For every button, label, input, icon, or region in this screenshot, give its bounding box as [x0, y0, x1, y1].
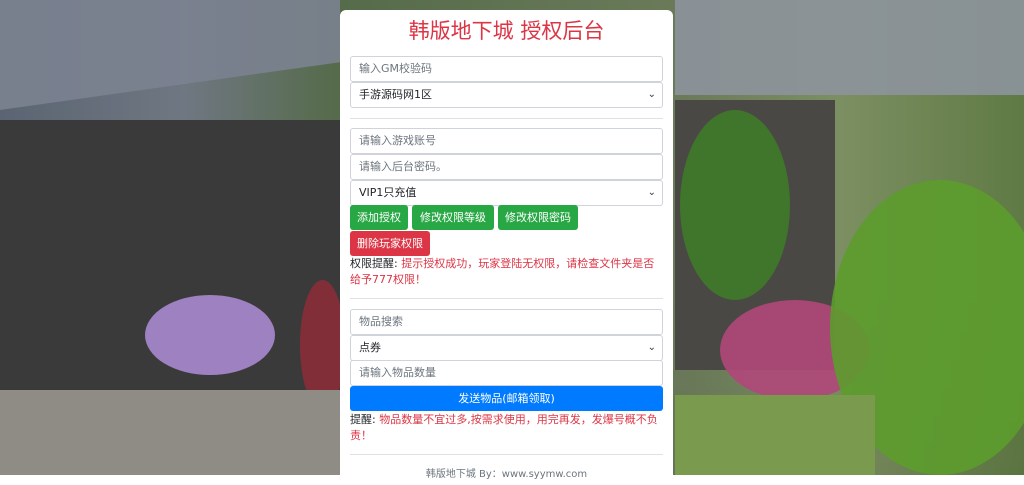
- account-input[interactable]: 请输入游戏账号: [350, 128, 663, 154]
- vip-select[interactable]: VIP1只充值 ⌄: [350, 180, 663, 206]
- chevron-down-icon: ⌄: [647, 89, 656, 100]
- footer-credit: 韩版地下城 By：www.syymw.com: [425, 469, 588, 480]
- stone-path: [0, 390, 340, 475]
- add-auth-button[interactable]: 添加授权: [350, 205, 408, 230]
- page-title: 韩版地下城 授权后台: [408, 19, 605, 43]
- roof-right: [675, 0, 1024, 95]
- item-quantity-placeholder: 请输入物品数量: [359, 366, 436, 379]
- admin-password-placeholder: 请输入后台密码。: [359, 160, 447, 173]
- account-placeholder: 请输入游戏账号: [359, 134, 436, 147]
- send-notice-text: 物品数量不宜过多,按需求使用，用完再发，发爆号概不负责！: [350, 413, 658, 442]
- divider: [350, 298, 663, 299]
- vip-select-value: VIP1只充值: [359, 186, 417, 199]
- chevron-down-icon: ⌄: [647, 342, 656, 353]
- garden-lawn: [675, 395, 875, 475]
- send-notice: 提醒: 物品数量不宜过多,按需求使用，用完再发，发爆号概不负责！: [350, 412, 663, 444]
- auth-notice: 权限提醒: 提示授权成功，玩家登陆无权限，请检查文件夹是否给予777权限！: [350, 256, 663, 288]
- roof-left: [0, 0, 340, 110]
- auth-notice-label: 权限提醒:: [350, 257, 398, 270]
- send-item-button[interactable]: 发送物品(邮箱领取): [350, 386, 663, 411]
- item-search-placeholder: 物品搜索: [359, 315, 403, 328]
- divider: [350, 454, 663, 455]
- chevron-down-icon: ⌄: [647, 187, 656, 198]
- item-search-input[interactable]: 物品搜索: [350, 309, 663, 335]
- send-notice-label: 提醒:: [350, 413, 376, 426]
- delete-auth-button[interactable]: 删除玩家权限: [350, 231, 430, 256]
- auth-panel: 韩版地下城 授权后台 输入GM校验码 手游源码网1区 ⌄ 请输入游戏账号 请输入…: [340, 10, 673, 485]
- server-select[interactable]: 手游源码网1区 ⌄: [350, 82, 663, 108]
- item-select[interactable]: 点券 ⌄: [350, 335, 663, 361]
- tree-foliage: [680, 110, 790, 300]
- server-select-value: 手游源码网1区: [359, 88, 432, 101]
- divider: [350, 118, 663, 119]
- gm-code-placeholder: 输入GM校验码: [359, 62, 433, 75]
- item-select-value: 点券: [359, 341, 381, 354]
- hydrangea-flowers: [145, 295, 275, 375]
- modify-password-button[interactable]: 修改权限密码: [498, 205, 578, 230]
- gm-code-input[interactable]: 输入GM校验码: [350, 56, 663, 82]
- item-quantity-input[interactable]: 请输入物品数量: [350, 360, 663, 386]
- admin-password-input[interactable]: 请输入后台密码。: [350, 154, 663, 180]
- modify-level-button[interactable]: 修改权限等级: [412, 205, 494, 230]
